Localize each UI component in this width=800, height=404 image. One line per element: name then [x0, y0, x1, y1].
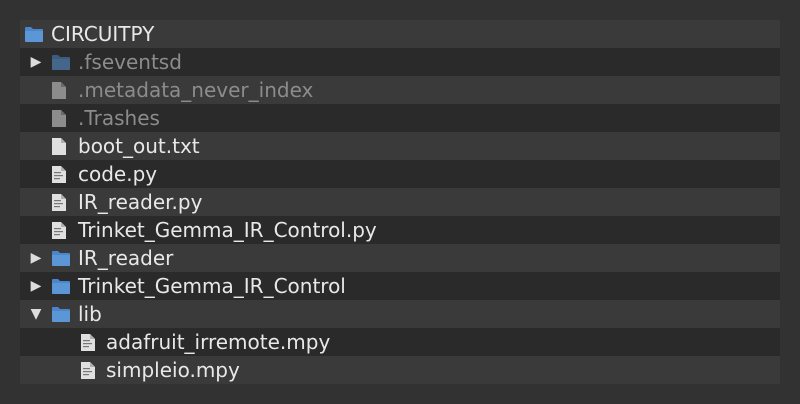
folder-icon — [52, 251, 70, 266]
tree-item-label: Trinket_Gemma_IR_Control.py — [78, 218, 377, 242]
expand-arrow-icon[interactable]: ▶ — [28, 244, 44, 272]
tree-item-label: IR_reader — [78, 246, 174, 270]
folder-icon — [52, 307, 70, 322]
expand-arrow-icon[interactable]: ▶ — [28, 48, 44, 76]
tree-row-simpleio-mpy[interactable]: simpleio.mpy — [20, 356, 780, 384]
file-tree: CIRCUITPY ▶ .fseventsd .metadata_never_i… — [20, 20, 780, 384]
tree-row-trashes[interactable]: .Trashes — [20, 104, 780, 132]
code-file-icon — [52, 222, 66, 239]
tree-row-fseventsd[interactable]: ▶ .fseventsd — [20, 48, 780, 76]
tree-item-label: simpleio.mpy — [106, 358, 240, 382]
tree-row-metadata-never-index[interactable]: .metadata_never_index — [20, 76, 780, 104]
tree-item-label: adafruit_irremote.mpy — [106, 330, 331, 354]
tree-item-label: .metadata_never_index — [78, 78, 314, 102]
tree-row-code-py[interactable]: code.py — [20, 160, 780, 188]
tree-row-lib-folder[interactable]: ▼ lib — [20, 300, 780, 328]
tree-row-adafruit-irremote-mpy[interactable]: adafruit_irremote.mpy — [20, 328, 780, 356]
tree-row-trinket-gemma-ir-control-py[interactable]: Trinket_Gemma_IR_Control.py — [20, 216, 780, 244]
tree-row-ir-reader-folder[interactable]: ▶ IR_reader — [20, 244, 780, 272]
tree-item-label: .Trashes — [78, 106, 160, 130]
code-file-icon — [52, 194, 66, 211]
tree-item-label: Trinket_Gemma_IR_Control — [78, 274, 346, 298]
file-icon — [52, 82, 66, 99]
collapse-arrow-icon[interactable]: ▼ — [28, 300, 44, 328]
tree-item-label: .fseventsd — [78, 50, 182, 74]
tree-row-boot-out-txt[interactable]: boot_out.txt — [20, 132, 780, 160]
tree-row-ir-reader-py[interactable]: IR_reader.py — [20, 188, 780, 216]
tree-item-label: lib — [78, 302, 102, 326]
code-file-icon — [81, 362, 95, 379]
code-file-icon — [81, 334, 95, 351]
tree-row-trinket-gemma-ir-control-folder[interactable]: ▶ Trinket_Gemma_IR_Control — [20, 272, 780, 300]
folder-icon — [52, 279, 70, 294]
tree-item-label: IR_reader.py — [78, 190, 203, 214]
tree-row-circuitpy[interactable]: CIRCUITPY — [20, 20, 780, 48]
file-icon — [52, 110, 66, 127]
file-icon — [52, 138, 66, 155]
tree-item-label: boot_out.txt — [78, 134, 200, 158]
expand-arrow-icon[interactable]: ▶ — [28, 272, 44, 300]
tree-item-label: CIRCUITPY — [51, 22, 155, 46]
code-file-icon — [52, 166, 66, 183]
tree-item-label: code.py — [78, 162, 158, 186]
folder-icon — [52, 55, 70, 70]
folder-icon — [25, 27, 43, 42]
